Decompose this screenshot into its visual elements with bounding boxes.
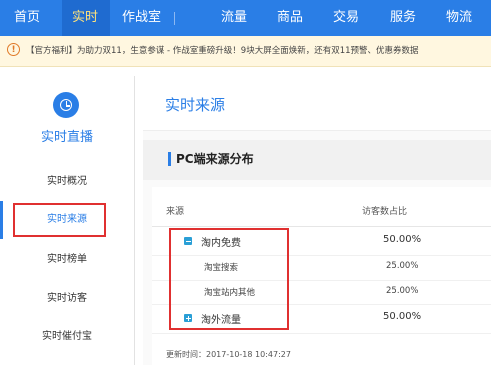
page-title: 实时来源: [165, 96, 226, 114]
table-row-value: 50.00%: [383, 311, 422, 322]
sidebar-item-payment-reminder[interactable]: 实时催付宝: [0, 327, 134, 347]
nav-home[interactable]: 首页: [14, 0, 40, 36]
table-header-divider: [152, 226, 491, 227]
nav-separator: [174, 12, 175, 25]
sidebar-title: 实时直播: [40, 130, 93, 145]
nav-service[interactable]: 服务: [390, 0, 416, 36]
table-row-value: 25.00%: [386, 261, 419, 271]
sidebar-item-visitors[interactable]: 实时访客: [0, 289, 134, 309]
main-header: 实时来源: [143, 76, 491, 131]
info-icon: !: [7, 43, 20, 56]
notice-text[interactable]: 【官方福利】为助力双11，生意参谋 - 作战室重磅升级！9块大屏全面焕新，还有双…: [26, 36, 491, 66]
nav-war-room[interactable]: 作战室: [122, 0, 161, 36]
nav-realtime[interactable]: 实时: [72, 0, 98, 36]
nav-products[interactable]: 商品: [277, 0, 303, 36]
nav-traffic[interactable]: 流量: [221, 0, 247, 36]
clock-icon: [53, 92, 79, 118]
sidebar: 实时直播 实时概况 实时来源 实时榜单 实时访客 实时催付宝: [0, 76, 135, 365]
sidebar-item-overview[interactable]: 实时概况: [0, 172, 134, 192]
highlight-box-table: [169, 228, 289, 330]
table-header-visitor-share[interactable]: 访客数占比: [362, 204, 407, 217]
section-accent-bar: [168, 152, 171, 166]
table-header-source[interactable]: 来源: [166, 204, 184, 217]
section-title: PC端来源分布: [176, 152, 254, 166]
row-divider: [152, 333, 491, 334]
nav-trades[interactable]: 交易: [333, 0, 359, 36]
top-navigation: 首页 实时 作战室 流量 商品 交易 服务 物流: [0, 0, 491, 36]
notice-bar: ! 【官方福利】为助力双11，生意参谋 - 作战室重磅升级！9块大屏全面焕新，还…: [0, 36, 491, 67]
sidebar-item-rankings[interactable]: 实时榜单: [0, 250, 134, 270]
update-timestamp: 更新时间：2017-10-18 10:47:27: [166, 350, 291, 359]
highlight-box-sidebar: [13, 203, 106, 237]
nav-logistics[interactable]: 物流: [446, 0, 472, 36]
table-row-value: 25.00%: [386, 286, 419, 296]
table-row-value: 50.00%: [383, 234, 422, 245]
